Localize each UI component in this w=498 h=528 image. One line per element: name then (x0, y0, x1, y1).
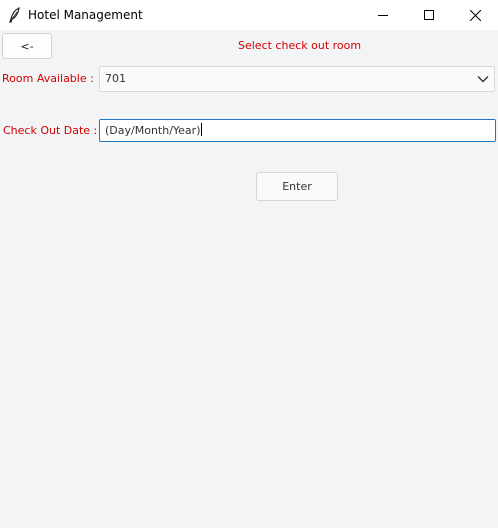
window-titlebar[interactable]: Hotel Management (0, 0, 498, 30)
check-out-date-label: Check Out Date : (3, 124, 98, 137)
chevron-down-icon[interactable] (473, 68, 493, 90)
text-caret (201, 123, 203, 136)
check-out-date-input[interactable]: (Day/Month/Year) (99, 119, 496, 142)
room-select-value: 701 (105, 72, 126, 85)
back-button[interactable]: <- (2, 33, 52, 59)
close-icon (469, 9, 481, 21)
minimize-button[interactable] (360, 0, 406, 30)
maximize-button[interactable] (406, 0, 452, 30)
maximize-icon (424, 10, 434, 20)
page-heading: Select check out room (238, 39, 362, 52)
feather-icon (8, 6, 22, 23)
window-title: Hotel Management (28, 8, 143, 22)
minimize-icon (378, 10, 388, 20)
room-available-label: Room Available : (2, 72, 94, 85)
close-button[interactable] (452, 0, 498, 30)
enter-button[interactable]: Enter (256, 172, 338, 201)
check-out-date-value: (Day/Month/Year) (105, 124, 201, 137)
main-panel: <- Select check out room Room Available … (0, 30, 498, 528)
room-select[interactable]: 701 (99, 66, 495, 92)
